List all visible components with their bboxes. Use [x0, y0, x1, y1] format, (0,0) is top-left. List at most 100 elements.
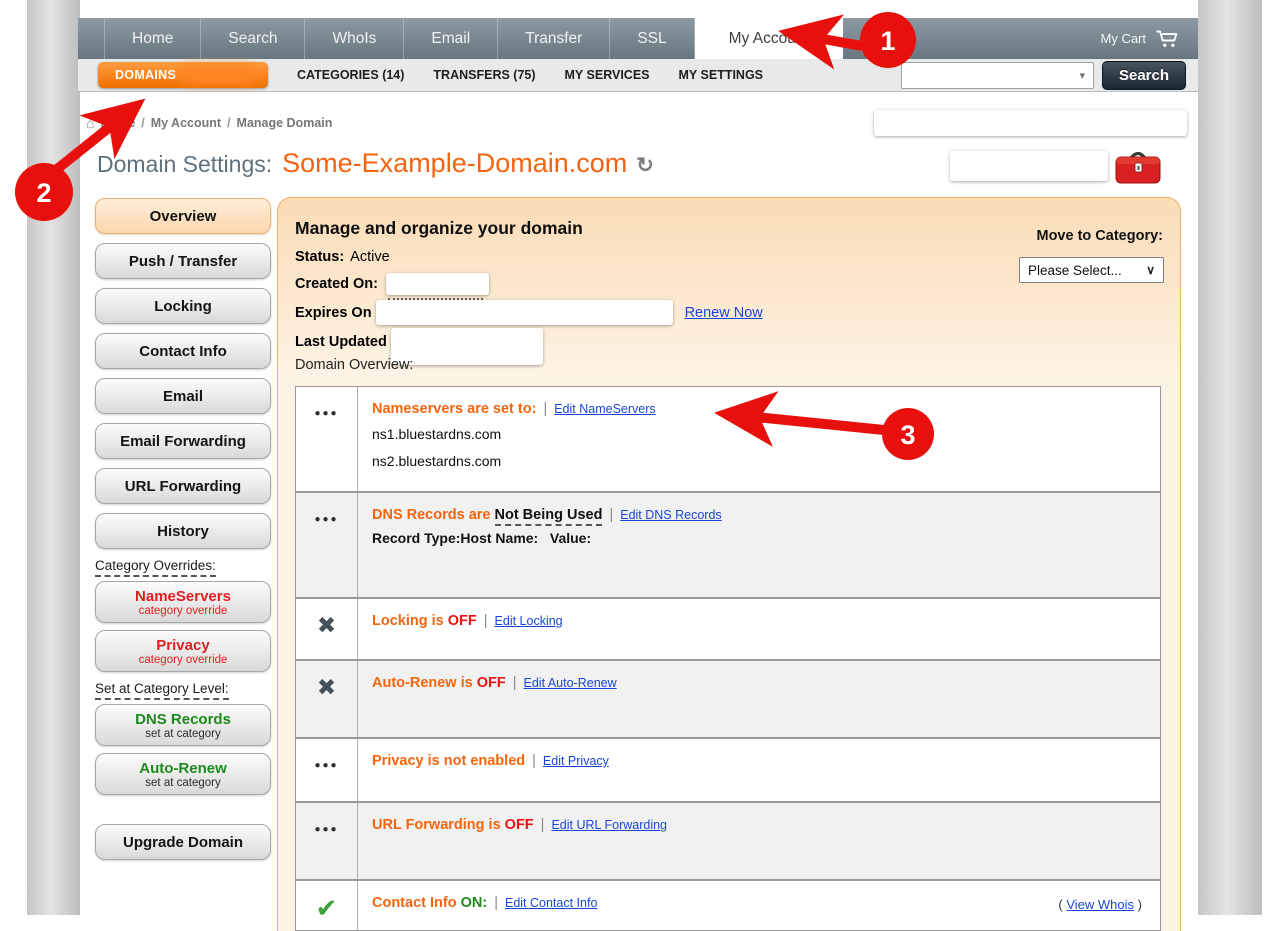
sidebar-item-auto-renew[interactable]: Auto-Renewset at category [95, 753, 271, 795]
sidebar-heading-label: Category Overrides: [95, 558, 216, 577]
edit-link-edit-contact-info[interactable]: Edit Contact Info [505, 896, 597, 910]
right-window-gutter [1198, 0, 1262, 915]
toolbox-icon[interactable] [1112, 146, 1164, 186]
redaction-box-breadcrumb-right [874, 110, 1187, 136]
row-title: Locking is OFF|Edit Locking [372, 613, 1160, 629]
sidebar-item-sublabel: category override [139, 605, 228, 617]
edit-link-edit-locking[interactable]: Edit Locking [495, 614, 563, 628]
sidebar-item-privacy[interactable]: Privacycategory override [95, 630, 271, 672]
sidebar-item-nameservers[interactable]: NameServerscategory override [95, 581, 271, 623]
subnav-item-categories-14[interactable]: CATEGORIES (14) [297, 68, 404, 82]
row-title: Contact Info ON:|Edit Contact Info [372, 895, 1160, 911]
sidebar-item-email-forwarding[interactable]: Email Forwarding [95, 423, 271, 459]
row-icon-cell: ●●● [296, 803, 358, 879]
edit-link-edit-privacy[interactable]: Edit Privacy [543, 754, 609, 768]
tab-email[interactable]: Email [404, 18, 498, 59]
sidebar-item-upgrade-domain[interactable]: Upgrade Domain [95, 824, 271, 860]
row-body: Locking is OFF|Edit Locking [358, 599, 1160, 659]
search-button[interactable]: Search [1102, 61, 1186, 90]
sidebar-item-history[interactable]: History [95, 513, 271, 549]
breadcrumb-my-account[interactable]: My Account [151, 116, 221, 130]
row-title: DNS Records are Not Being Used|Edit DNS … [372, 507, 1160, 523]
subnav-item-transfers-75[interactable]: TRANSFERS (75) [433, 68, 535, 82]
sidebar-item-overview[interactable]: Overview [95, 198, 271, 234]
combobox-dropdown-icon[interactable]: ▾ [1079, 69, 1085, 82]
tab-whois[interactable]: WhoIs [305, 18, 404, 59]
cart-icon [1155, 29, 1180, 49]
row-icon-cell: ●●● [296, 493, 358, 597]
view-whois-link[interactable]: View Whois [1066, 897, 1134, 912]
sidebar-item-url-forwarding[interactable]: URL Forwarding [95, 468, 271, 504]
separator-bar: | [609, 507, 613, 523]
page-title: Domain Settings: Some-Example-Domain.com… [97, 148, 654, 179]
table-row-edit-locking: ✖ Locking is OFF|Edit Locking [296, 597, 1160, 659]
row-title-text: Auto-Renew is [372, 675, 473, 691]
row-body: URL Forwarding is OFF|Edit URL Forwardin… [358, 803, 1160, 879]
redaction-box-created-date [386, 273, 489, 295]
page-title-label: Domain Settings: [97, 151, 272, 178]
sidebar-item-dns-records[interactable]: DNS Recordsset at category [95, 704, 271, 746]
edit-link-edit-nameservers[interactable]: Edit NameServers [554, 402, 655, 416]
sidebar-item-label: Auto-Renew [139, 760, 227, 777]
edit-link-edit-auto-renew[interactable]: Edit Auto-Renew [524, 676, 617, 690]
table-row-edit-nameservers: ●●● Nameservers are set to:|Edit NameServ… [296, 387, 1160, 491]
tab-transfer[interactable]: Transfer [498, 18, 610, 59]
renew-now-link[interactable]: Renew Now [685, 305, 763, 321]
breadcrumb-manage-domain[interactable]: Manage Domain [237, 116, 333, 130]
check-icon: ✔ [316, 893, 338, 923]
row-subline: ns1.bluestardns.com [372, 424, 1160, 444]
dots-icon: ●●● [314, 824, 338, 835]
edit-link-edit-dns-records[interactable]: Edit DNS Records [620, 508, 721, 522]
sidebar-item-push-transfer[interactable]: Push / Transfer [95, 243, 271, 279]
sidebar-item-label: Privacy [156, 637, 209, 654]
redaction-blur [180, 65, 258, 84]
sidebar: Overview Push / Transfer Locking Contact In… [95, 198, 271, 869]
dots-icon: ●●● [314, 408, 338, 419]
expires-line: Expires On Renew Now [295, 300, 763, 325]
row-subline: Record Type:Host Name: Value: [372, 528, 1160, 548]
domain-search-combobox[interactable]: ▾ [901, 62, 1094, 89]
page: HomeSearchWhoIsEmailTransferSSLMy Accoun… [0, 0, 1287, 931]
row-body: Contact Info ON:|Edit Contact Info [358, 881, 1160, 930]
select-value: Please Select... [1028, 263, 1122, 278]
tab-search[interactable]: Search [201, 18, 305, 59]
x-icon: ✖ [317, 612, 336, 638]
tab-home[interactable]: Home [104, 18, 201, 59]
sidebar-item-sublabel: category override [139, 654, 228, 666]
row-title: URL Forwarding is OFF|Edit URL Forwardin… [372, 817, 1160, 833]
subnav-item-domains[interactable]: DOMAINS [98, 62, 268, 88]
row-icon-cell: ●●● [296, 739, 358, 801]
x-icon: ✖ [317, 674, 336, 700]
row-title-text: Contact Info [372, 895, 457, 911]
refresh-icon[interactable]: ↻ [636, 153, 654, 178]
row-title-text: DNS Records are [372, 507, 490, 523]
row-subline: ns2.bluestardns.com [372, 451, 1160, 471]
row-status-text: ON: [461, 895, 488, 911]
sidebar-item-locking[interactable]: Locking [95, 288, 271, 324]
sidebar-item-label: DNS Records [135, 711, 231, 728]
tab-my-account[interactable]: My Account [695, 18, 843, 59]
sidebar-item-contact-info[interactable]: Contact Info [95, 333, 271, 369]
created-line: Created On: [295, 273, 763, 295]
table-row-edit-contact-info: ✔Contact Info ON:|Edit Contact Info( Vie… [296, 879, 1160, 930]
tab-ssl[interactable]: SSL [610, 18, 694, 59]
row-title-text: Nameservers are set to: [372, 401, 536, 417]
domains-label: DOMAINS [98, 68, 176, 82]
sidebar-item-email[interactable]: Email [95, 378, 271, 414]
breadcrumb-home[interactable]: Home [100, 116, 135, 130]
subnav-item-my-settings[interactable]: MY SETTINGS [679, 68, 764, 82]
subnav-item-my-services[interactable]: MY SERVICES [565, 68, 650, 82]
domain-overview-label: Domain Overview: [295, 357, 413, 373]
row-title-text: URL Forwarding is [372, 817, 501, 833]
status-line: Status: Active [295, 246, 763, 268]
top-navbar: HomeSearchWhoIsEmailTransferSSLMy Accoun… [78, 18, 1198, 59]
nav-tabs: HomeSearchWhoIsEmailTransferSSLMy Accoun… [78, 18, 843, 59]
my-cart[interactable]: My Cart [1101, 18, 1199, 59]
sidebar-heading-set-at-category-level: Set at Category Level: [95, 681, 271, 696]
row-title: Nameservers are set to:|Edit NameServers [372, 401, 1160, 417]
table-row-edit-privacy: ●●●Privacy is not enabled|Edit Privacy [296, 737, 1160, 801]
move-to-category-select[interactable]: Please Select... ∨ [1019, 257, 1164, 283]
status-block: Status: Active Created On: Expires On Re… [295, 246, 763, 358]
edit-link-edit-url-forwarding[interactable]: Edit URL Forwarding [551, 818, 667, 832]
home-icon: ⌂ [86, 115, 94, 131]
